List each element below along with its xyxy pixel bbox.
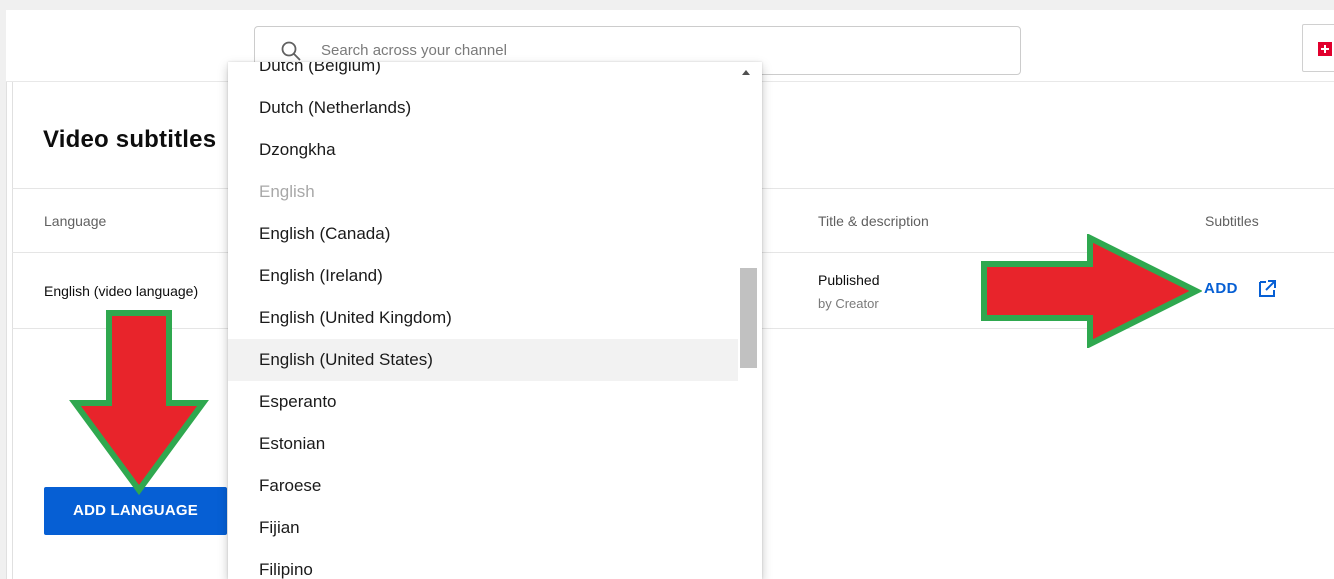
language-option[interactable]: English (Ireland) — [228, 255, 738, 297]
open-in-new-icon[interactable] — [1256, 278, 1278, 300]
right-arrow-annotation — [981, 234, 1202, 348]
down-arrow-annotation — [69, 310, 209, 496]
column-header-language: Language — [44, 213, 107, 229]
create-button[interactable] — [1302, 24, 1334, 72]
language-option[interactable]: Dutch (Belgium) — [228, 62, 738, 87]
row-language: English (video language) — [44, 283, 199, 299]
search-icon — [281, 41, 301, 61]
card-title: Video subtitles — [43, 126, 217, 153]
column-header-subtitles: Subtitles — [1205, 213, 1259, 229]
language-dropdown[interactable]: Dutch (Belgium) Dutch (Netherlands) Dzon… — [228, 62, 762, 579]
row-title-status: Published — [818, 272, 880, 288]
language-option[interactable]: Esperanto — [228, 381, 738, 423]
language-option-hovered[interactable]: English (United States) — [228, 339, 738, 381]
add-subtitles-link[interactable]: ADD — [1204, 280, 1238, 297]
search-input[interactable]: Search across your channel — [321, 42, 507, 59]
language-option[interactable]: English (United Kingdom) — [228, 297, 738, 339]
language-option[interactable]: Filipino — [228, 549, 738, 579]
language-option[interactable]: Dutch (Netherlands) — [228, 87, 738, 129]
language-option[interactable]: Fijian — [228, 507, 738, 549]
scrollbar-thumb[interactable] — [740, 268, 757, 368]
language-option[interactable]: Dzongkha — [228, 129, 738, 171]
language-option[interactable]: Estonian — [228, 423, 738, 465]
create-plus-icon — [1318, 42, 1332, 56]
language-option-disabled: English — [259, 182, 315, 201]
column-header-title-description: Title & description — [818, 213, 929, 229]
language-option[interactable]: English (Canada) — [228, 213, 738, 255]
row-title-by: by Creator — [818, 296, 879, 311]
language-option[interactable]: Faroese — [228, 465, 738, 507]
scroll-up-arrow-icon[interactable] — [742, 70, 750, 75]
language-list: Dutch (Belgium) Dutch (Netherlands) Dzon… — [228, 62, 738, 579]
